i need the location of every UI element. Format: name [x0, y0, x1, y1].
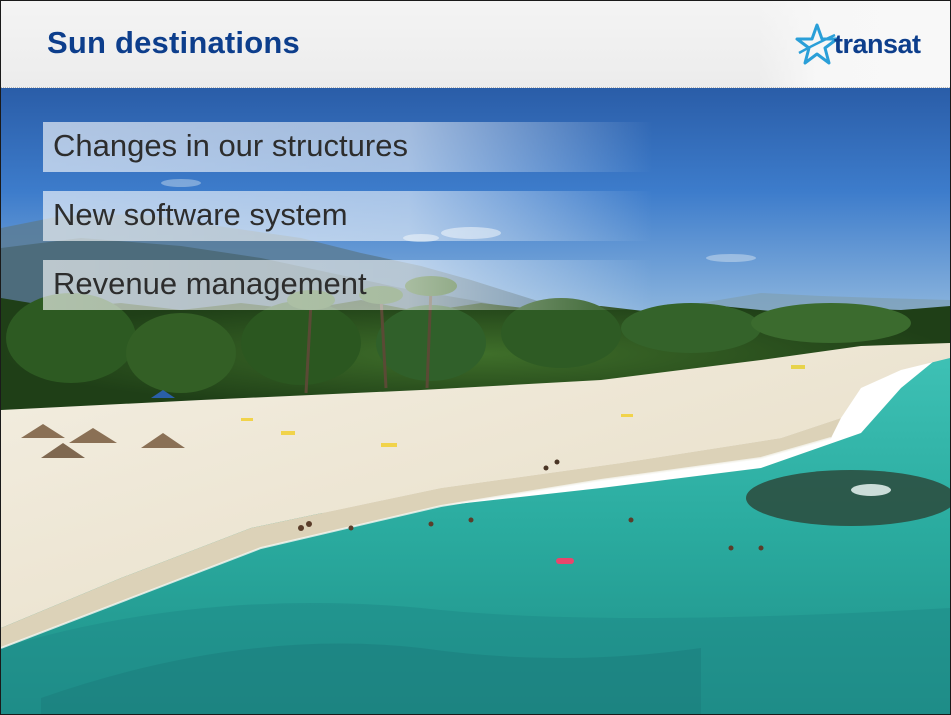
slide-header: Sun destinations transat: [1, 1, 950, 88]
slide: Sun destinations transat Changes in our …: [0, 0, 951, 715]
bullet-label: Changes in our structures: [53, 128, 408, 163]
bullet-label: Revenue management: [53, 266, 367, 301]
bullet-item: Changes in our structures: [43, 122, 653, 172]
star-icon: [795, 23, 839, 65]
beach-photo: [1, 88, 950, 714]
slide-title: Sun destinations: [47, 25, 300, 60]
logo-text: transat: [834, 29, 921, 59]
bullet-item: New software system: [43, 191, 653, 241]
bullet-label: New software system: [53, 197, 348, 232]
transat-logo: transat: [759, 1, 950, 87]
bullet-item: Revenue management: [43, 260, 653, 310]
